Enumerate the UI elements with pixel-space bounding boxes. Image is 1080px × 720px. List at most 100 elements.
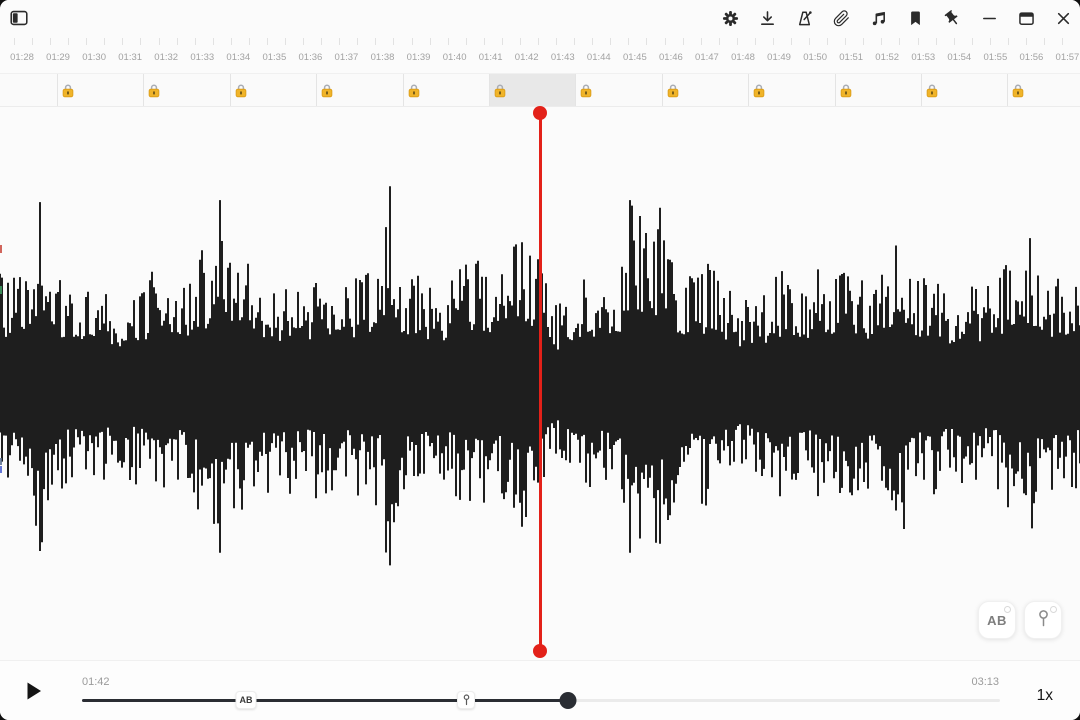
ruler-label: 01:39: [407, 52, 431, 63]
edge-accent: [0, 458, 2, 465]
ruler-tick: [773, 38, 774, 45]
settings-button[interactable]: [717, 5, 743, 31]
ruler-label: 01:30: [82, 52, 106, 63]
ruler-tick: [701, 38, 702, 45]
bookmark-button[interactable]: [902, 5, 928, 31]
lock-icon[interactable]: [753, 84, 765, 98]
download-icon: [757, 8, 778, 29]
ruler-tick: [556, 38, 557, 45]
close-button[interactable]: [1050, 5, 1076, 31]
ruler-tick: [231, 38, 232, 45]
ruler-label: 01:45: [623, 52, 647, 63]
lock-icon[interactable]: [408, 84, 420, 98]
sidebar-toggle-button[interactable]: [6, 5, 32, 31]
ruler-tick: [303, 38, 304, 45]
ruler-tick: [14, 38, 15, 45]
pin-button[interactable]: [939, 5, 965, 31]
edge-accent: [0, 466, 2, 473]
marker-divider: [1007, 74, 1008, 107]
lock-icon[interactable]: [235, 84, 247, 98]
ruler-label: 01:29: [46, 52, 70, 63]
ruler-label: 01:31: [118, 52, 142, 63]
marker-pin-pill[interactable]: [457, 691, 475, 709]
ruler-label: 01:36: [299, 52, 323, 63]
lock-icon[interactable]: [62, 84, 74, 98]
ruler-label: 01:55: [983, 52, 1007, 63]
ruler-tick: [393, 38, 394, 45]
play-icon: [25, 681, 43, 701]
music-button[interactable]: [865, 5, 891, 31]
ruler-label: 01:57: [1056, 52, 1080, 63]
ruler-tick: [1044, 38, 1045, 45]
marker-pin-button[interactable]: [1024, 601, 1062, 639]
ruler-label: 01:40: [443, 52, 467, 63]
lock-icon[interactable]: [840, 84, 852, 98]
ruler-tick: [628, 38, 629, 45]
play-button[interactable]: [20, 677, 48, 705]
ruler-tick: [285, 38, 286, 45]
lock-icon[interactable]: [148, 84, 160, 98]
ruler-tick: [122, 38, 123, 45]
pin-marker-icon: [1035, 609, 1052, 631]
app-window: 01:2801:2901:3001:3101:3201:3301:3401:35…: [0, 0, 1080, 720]
ruler-tick: [140, 38, 141, 45]
ruler-tick: [520, 38, 521, 45]
waveform-area[interactable]: AB: [0, 108, 1080, 660]
minimize-button[interactable]: [976, 5, 1002, 31]
marker-divider: [835, 74, 836, 107]
lock-icon[interactable]: [667, 84, 679, 98]
ruler-tick: [104, 38, 105, 45]
lock-icon[interactable]: [321, 84, 333, 98]
sidebar-toggle-icon: [8, 7, 30, 29]
ruler-tick: [448, 38, 449, 45]
ruler-label: 01:52: [875, 52, 899, 63]
download-button[interactable]: [754, 5, 780, 31]
playhead-bottom-handle[interactable]: [533, 644, 547, 658]
edge-accent: [0, 245, 2, 253]
seek-track-played[interactable]: [82, 699, 568, 703]
playhead-line: [539, 113, 542, 651]
attachment-button[interactable]: [828, 5, 854, 31]
ruler-tick: [683, 38, 684, 45]
ab-loop-pill[interactable]: AB: [236, 691, 257, 709]
seek-track[interactable]: AB: [82, 692, 1000, 708]
lock-icon[interactable]: [494, 84, 506, 98]
marker-divider: [575, 74, 576, 107]
ruler-label: 01:33: [190, 52, 214, 63]
ruler-label: 01:53: [911, 52, 935, 63]
ruler-tick: [755, 38, 756, 45]
transport-bar: 01:42 03:13 AB 1x: [0, 660, 1080, 720]
metronome-button[interactable]: [791, 5, 817, 31]
ruler-tick: [159, 38, 160, 45]
edge-accent: [0, 286, 2, 294]
ruler-label: 01:43: [551, 52, 575, 63]
pin-icon: [942, 8, 963, 29]
ruler-label: 01:48: [731, 52, 755, 63]
lock-icon[interactable]: [580, 84, 592, 98]
ruler-tick: [538, 38, 539, 45]
marker-divider: [57, 74, 58, 107]
ruler-tick: [918, 38, 919, 45]
maximize-button[interactable]: [1013, 5, 1039, 31]
close-icon: [1053, 8, 1074, 29]
marker-divider: [403, 74, 404, 107]
timeline-ruler[interactable]: 01:2801:2901:3001:3101:3201:3301:3401:35…: [0, 36, 1080, 73]
lock-icon[interactable]: [1012, 84, 1024, 98]
ruler-label: 01:41: [479, 52, 503, 63]
ruler-tick: [719, 38, 720, 45]
playback-speed[interactable]: 1x: [1037, 687, 1053, 705]
ruler-tick: [899, 38, 900, 45]
ruler-tick: [574, 38, 575, 45]
ruler-tick: [972, 38, 973, 45]
seek-thumb[interactable]: [560, 692, 577, 709]
ruler-tick: [357, 38, 358, 45]
titlebar: [0, 0, 1080, 36]
ab-loop-button[interactable]: AB: [978, 601, 1016, 639]
lock-icon[interactable]: [926, 84, 938, 98]
marker-track[interactable]: [0, 73, 1080, 107]
ruler-tick: [412, 38, 413, 45]
ruler-label: 01:34: [226, 52, 250, 63]
ruler-tick: [863, 38, 864, 45]
ruler-tick: [827, 38, 828, 45]
ruler-tick: [646, 38, 647, 45]
